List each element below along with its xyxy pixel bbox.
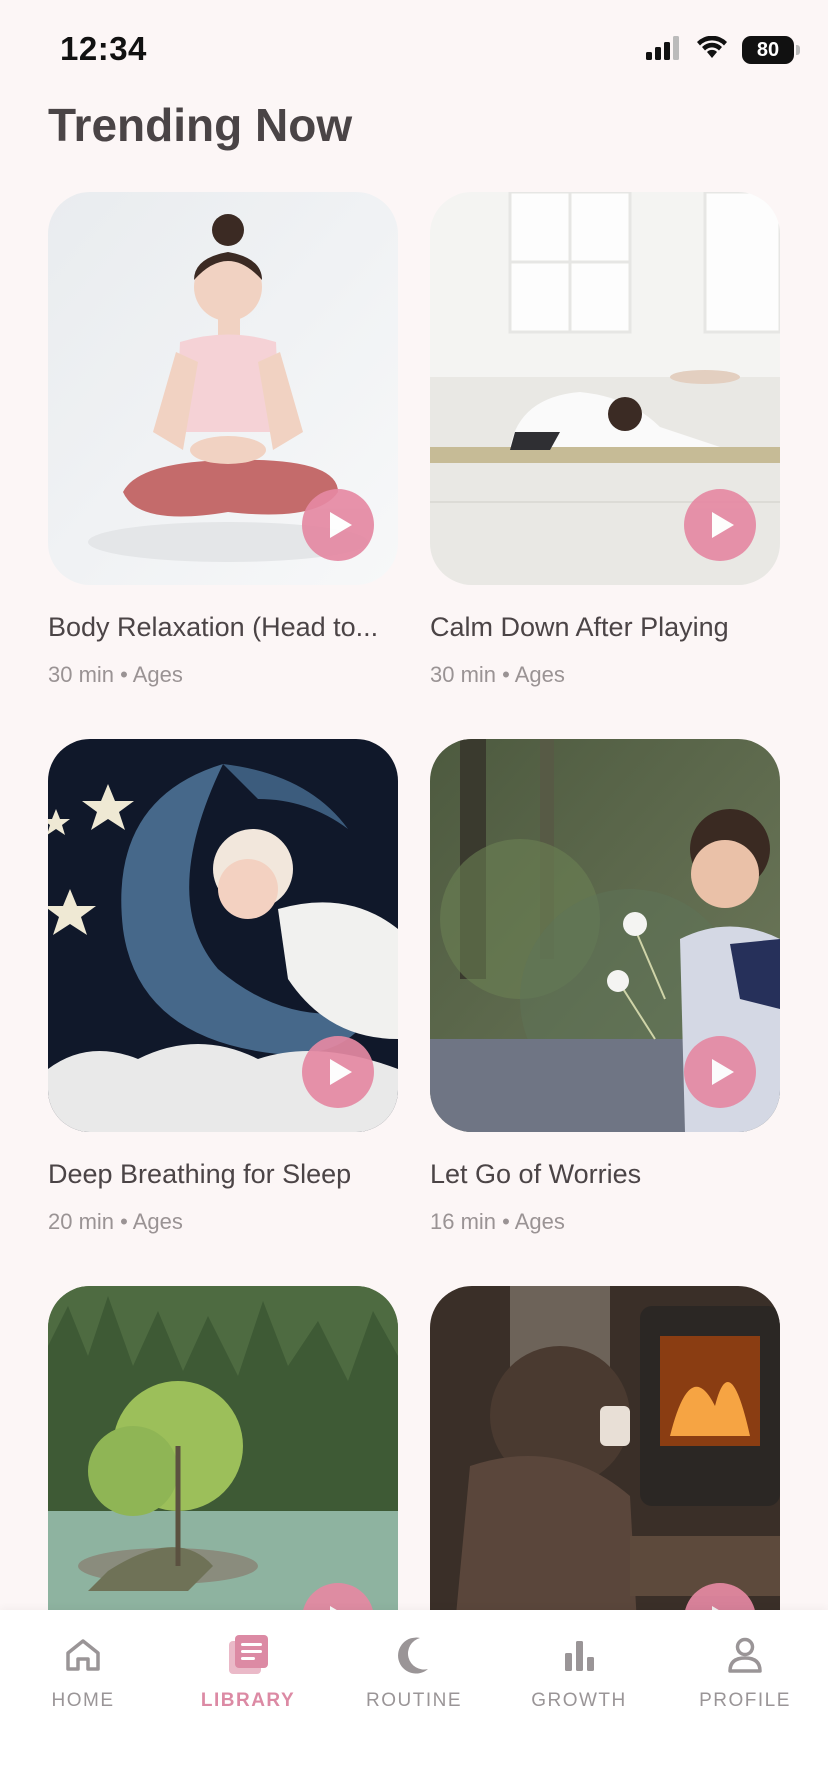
status-time: 12:34 [60,30,147,67]
play-button[interactable] [302,489,374,561]
nav-growth-label: GROWTH [531,1690,627,1711]
play-icon [329,512,352,538]
card-thumbnail[interactable] [48,739,398,1132]
card-title[interactable]: Body Relaxation (Head to... [48,612,398,643]
battery-level: 80 [756,38,780,61]
card-meta: 20 min • Ages [48,1209,183,1234]
bottom-nav: HOME LIBRARY ROUTINE GROWTH PROFILE [0,1610,828,1792]
card-title[interactable]: Calm Down After Playing [430,612,780,643]
play-button[interactable] [302,1036,374,1108]
signal-icon [646,35,682,65]
nav-profile-label: PROFILE [699,1690,791,1711]
nav-routine-label: ROUTINE [366,1690,462,1711]
card-let-go-of-worries[interactable]: Let Go of Worries 16 min • Ages [430,739,780,1234]
moon-icon [349,1632,479,1678]
nav-routine[interactable]: ROUTINE [349,1632,479,1712]
play-icon [711,1059,734,1085]
card-title[interactable]: Let Go of Worries [430,1159,780,1190]
bar-chart-icon [514,1632,644,1678]
home-icon [18,1632,148,1678]
page-title: Trending Now [48,99,353,151]
play-icon [329,1059,352,1085]
user-icon [680,1632,810,1678]
card-body-relaxation[interactable]: Body Relaxation (Head to... 30 min • Age… [48,192,398,687]
nav-profile[interactable]: PROFILE [680,1632,810,1712]
card-deep-breathing[interactable]: Deep Breathing for Sleep 20 min • Ages [48,739,398,1234]
card-thumbnail[interactable] [430,739,780,1132]
card-calm-down[interactable]: Calm Down After Playing 30 min • Ages [430,192,780,687]
nav-home-label: HOME [51,1690,115,1711]
nav-growth[interactable]: GROWTH [514,1632,644,1712]
play-icon [711,512,734,538]
status-bar: 12:34 80 [0,0,828,100]
card-meta: 30 min • Ages [430,662,565,687]
card-title[interactable]: Deep Breathing for Sleep [48,1159,398,1190]
library-icon [183,1632,313,1678]
card-meta: 30 min • Ages [48,662,183,687]
card-meta: 16 min • Ages [430,1209,565,1234]
status-icons: 80 [646,34,800,66]
card-thumbnail[interactable] [430,192,780,585]
nav-library-label: LIBRARY [200,1690,296,1711]
nav-library[interactable]: LIBRARY [183,1632,313,1712]
battery-icon: 80 [742,36,800,64]
wifi-icon [696,35,728,65]
nav-home[interactable]: HOME [18,1632,148,1712]
play-button[interactable] [684,1036,756,1108]
card-thumbnail[interactable] [48,192,398,585]
play-button[interactable] [684,489,756,561]
